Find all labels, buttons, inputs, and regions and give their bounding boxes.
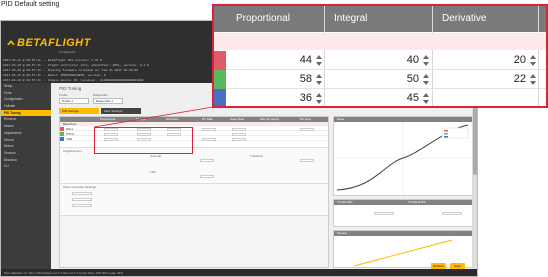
pitch-color-strip bbox=[214, 70, 226, 89]
throttle-mid-label: Throttle MID bbox=[337, 200, 353, 204]
table-row: Basic/Acro bbox=[60, 122, 328, 126]
nav-item-modes[interactable]: Modes bbox=[1, 123, 51, 130]
sidebar-nav: Setup Ports Configuration Failsafe PID T… bbox=[1, 83, 51, 269]
pitch-i-value[interactable]: 50 bbox=[379, 70, 419, 89]
rateprofile-select[interactable]: Rateprofile 1 bbox=[93, 98, 123, 104]
nav-item-adjustments[interactable]: Adjustments bbox=[1, 130, 51, 137]
pitch-p-stepper-icon[interactable] bbox=[315, 73, 323, 86]
yaw-i-stepper-icon[interactable] bbox=[422, 92, 430, 105]
setting-input[interactable] bbox=[72, 192, 92, 195]
zoom-basic-row bbox=[214, 33, 546, 50]
setting-input[interactable] bbox=[72, 204, 92, 207]
status-bar-text: Port utilization: D: 1% U: 0% Packet err… bbox=[4, 271, 123, 275]
roll-color-bar bbox=[60, 127, 64, 131]
throttle-panel: Throttle MID Throttle EXPO bbox=[333, 199, 473, 227]
zoom-row-roll: 44 40 20 bbox=[214, 51, 546, 70]
yaw-i-value[interactable]: 45 bbox=[379, 89, 419, 106]
section-title: Angle/Horizon bbox=[63, 149, 82, 153]
app-logo: BETAFLIGHT bbox=[17, 37, 91, 49]
tuning-preview-section bbox=[60, 215, 328, 267]
pitch-i-stepper-icon[interactable] bbox=[422, 73, 430, 86]
yaw-super-rate-input[interactable] bbox=[232, 137, 246, 141]
main-content: PID Tuning Profile Profile 1 Rateprofile… bbox=[51, 83, 477, 269]
throttle-expo-input[interactable] bbox=[442, 212, 462, 215]
strength-input[interactable] bbox=[200, 159, 214, 162]
nav-item-setup[interactable]: Setup bbox=[1, 83, 51, 90]
yaw-p-stepper-icon[interactable] bbox=[315, 92, 323, 105]
roll-d-stepper-icon[interactable] bbox=[529, 54, 537, 67]
pitch-super-rate-input[interactable] bbox=[232, 132, 246, 136]
tpa-label: TPA bbox=[150, 170, 156, 174]
tab-pid-settings[interactable]: PID Settings bbox=[59, 108, 99, 114]
pid-highlight-box bbox=[94, 127, 193, 154]
roll-super-rate-input[interactable] bbox=[232, 127, 246, 131]
tab-filter-settings[interactable]: Filter Settings bbox=[101, 108, 141, 114]
throttle-expo-label: Throttle EXPO bbox=[408, 200, 427, 204]
roll-color-strip bbox=[214, 51, 226, 70]
transition-label: Transition bbox=[250, 154, 264, 158]
row-label: ROLL bbox=[66, 127, 74, 131]
roll-i-value[interactable]: 40 bbox=[379, 51, 419, 70]
setting-input[interactable] bbox=[72, 198, 92, 201]
zoom-header-row: Proportional Integral Derivative R bbox=[214, 6, 546, 32]
nav-item-configuration[interactable]: Configuration bbox=[1, 96, 51, 103]
rates-panel: Rates bbox=[333, 116, 473, 196]
status-bar: Port utilization: D: 1% U: 0% Packet err… bbox=[1, 269, 477, 276]
page-title: PID Tuning bbox=[59, 86, 82, 91]
row-label: PITCH bbox=[66, 132, 75, 136]
nav-item-motors[interactable]: Motors bbox=[1, 143, 51, 150]
roll-p-value[interactable]: 44 bbox=[272, 51, 312, 70]
section-title: Other Controller Settings bbox=[63, 185, 97, 189]
zoom-col-derivative: Derivative bbox=[442, 13, 487, 24]
zoom-callout: Proportional Integral Derivative R 44 40… bbox=[212, 4, 548, 108]
nav-item-receiver[interactable]: Receiver bbox=[1, 116, 51, 123]
zoom-col-proportional: Proportional bbox=[236, 13, 290, 24]
other-settings-section: Other Controller Settings bbox=[60, 183, 328, 213]
row-label: Basic/Acro bbox=[63, 122, 77, 126]
tpa-input[interactable] bbox=[200, 175, 214, 178]
throttle-title: Throttle MID Throttle EXPO bbox=[334, 200, 472, 205]
app-logo-subtitle: Configurator bbox=[59, 50, 76, 54]
row-label: YAW bbox=[66, 137, 73, 141]
zoom-row-pitch: 58 50 22 bbox=[214, 70, 546, 89]
transition-input[interactable] bbox=[300, 159, 314, 162]
roll-d-value[interactable]: 20 bbox=[486, 51, 526, 70]
roll-expo-input[interactable] bbox=[300, 127, 314, 131]
nav-item-cli[interactable]: CLI bbox=[1, 163, 51, 170]
pitch-p-value[interactable]: 58 bbox=[272, 70, 312, 89]
roll-p-stepper-icon[interactable] bbox=[315, 54, 323, 67]
nav-item-sensors[interactable]: Sensors bbox=[1, 150, 51, 157]
yaw-color-strip bbox=[214, 89, 226, 106]
roll-rc-rate-input[interactable] bbox=[202, 127, 216, 131]
nav-item-servos[interactable]: Servos bbox=[1, 137, 51, 144]
yaw-p-value[interactable]: 36 bbox=[272, 89, 312, 106]
caption-title: PID Default setting bbox=[1, 1, 60, 8]
profile-label: Profile bbox=[59, 93, 68, 97]
screenshot: PID Default setting BETAFLIGHT Configura… bbox=[0, 0, 548, 277]
zoom-col-integral: Integral bbox=[334, 13, 368, 24]
betaflight-logo-icon bbox=[7, 40, 15, 45]
throttle-mid-input[interactable] bbox=[374, 212, 394, 215]
pitch-color-bar bbox=[60, 132, 64, 136]
strength-label: Strength bbox=[150, 154, 162, 158]
zoom-row-yaw: 36 45 bbox=[214, 89, 546, 106]
nav-item-ports[interactable]: Ports bbox=[1, 90, 51, 97]
yaw-rc-rate-input[interactable] bbox=[202, 137, 216, 141]
nav-item-failsafe[interactable]: Failsafe bbox=[1, 103, 51, 110]
yaw-color-bar bbox=[60, 137, 64, 141]
profile-select[interactable]: Profile 1 bbox=[59, 98, 89, 104]
rateprofile-label: Rateprofile bbox=[93, 93, 108, 97]
pitch-d-stepper-icon[interactable] bbox=[529, 73, 537, 86]
status-log: 2017-04-16 @ 09:57:11 -- Betaflight API … bbox=[3, 58, 243, 83]
nav-item-blackbox[interactable]: Blackbox bbox=[1, 157, 51, 164]
pitch-d-value[interactable]: 22 bbox=[486, 70, 526, 89]
roll-i-stepper-icon[interactable] bbox=[422, 54, 430, 67]
rates-curve-chart bbox=[334, 122, 472, 195]
zoom-bottom-strip bbox=[214, 107, 548, 108]
scrollbar[interactable] bbox=[472, 83, 477, 269]
nav-item-pid-tuning[interactable]: PID Tuning bbox=[1, 109, 51, 117]
